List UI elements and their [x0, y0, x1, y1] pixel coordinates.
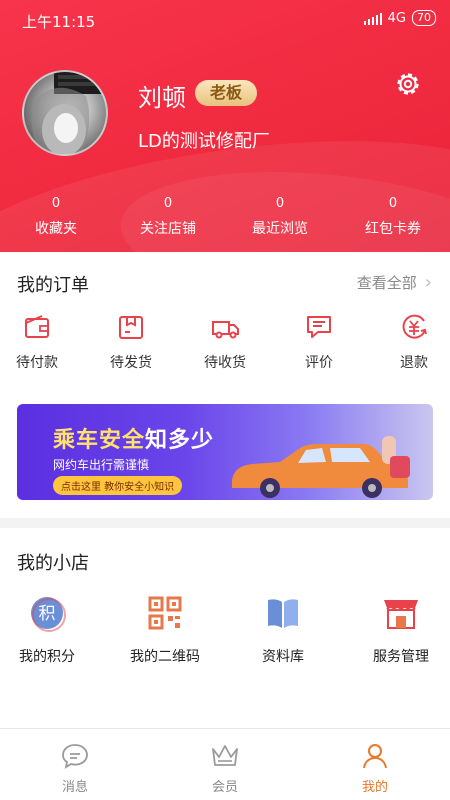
- orders-title: 我的订单: [17, 275, 89, 296]
- shop-title: 我的小店: [17, 553, 89, 574]
- user-name: 刘顿: [138, 84, 186, 112]
- person-icon: [363, 744, 387, 769]
- shop-item-label: 我的积分: [19, 649, 75, 665]
- points-icon: 积: [31, 597, 66, 632]
- order-item-label: 待发货: [110, 355, 152, 371]
- tab-label: 消息: [61, 780, 88, 795]
- car-illustration: [232, 436, 410, 498]
- order-pending-payment[interactable]: 待付款: [0, 312, 82, 372]
- avatar[interactable]: [22, 70, 108, 156]
- comment-icon: [307, 316, 331, 338]
- stat-value: 0: [275, 196, 285, 211]
- stat-followed-shops[interactable]: 0 关注店铺: [112, 196, 224, 238]
- package-icon: [119, 316, 143, 339]
- shop-item-qr-code[interactable]: 我的二维码: [110, 594, 220, 666]
- section-divider: [0, 518, 450, 528]
- stat-label: 关注店铺: [140, 221, 196, 237]
- shop-item-points[interactable]: 积 我的积分: [0, 594, 102, 666]
- order-to-receive[interactable]: 待收货: [180, 312, 270, 372]
- tab-messages[interactable]: 消息: [35, 741, 115, 795]
- book-icon: [268, 599, 298, 628]
- svg-text:积: 积: [39, 604, 56, 624]
- order-refund[interactable]: 退款: [369, 312, 450, 372]
- chevron-right-icon: ›: [424, 272, 432, 293]
- stat-label: 收藏夹: [35, 221, 77, 237]
- banner-title: 乘车安全知多少: [53, 428, 215, 453]
- status-bar: 上午11:15 4G 70: [0, 0, 450, 40]
- stat-value: 0: [163, 196, 173, 211]
- store-icon: [384, 600, 418, 629]
- delivery-truck-icon: [212, 321, 239, 339]
- shop-item-service-management[interactable]: 服务管理: [346, 594, 450, 666]
- message-icon: [62, 744, 88, 769]
- status-indicators: 4G 70: [363, 10, 436, 26]
- stat-value: 0: [51, 196, 61, 211]
- tab-label: 会员: [211, 780, 238, 795]
- order-review[interactable]: 评价: [274, 312, 364, 372]
- shop-item-label: 服务管理: [373, 649, 429, 665]
- wallet-icon: [25, 315, 49, 338]
- banner-cta[interactable]: 点击这里 教你安全小知识: [53, 476, 183, 495]
- profile-header: 上午11:15 4G 70 刘顿 老板 LD的测试修配厂 0 收藏夹 0 关注店: [0, 0, 450, 252]
- stat-coupons[interactable]: 0 红包卡券: [337, 196, 449, 238]
- stat-label: 最近浏览: [252, 221, 308, 237]
- tab-label: 我的: [361, 780, 388, 795]
- refund-icon: [402, 314, 427, 339]
- order-item-label: 评价: [305, 355, 333, 371]
- stat-recent-views[interactable]: 0 最近浏览: [224, 196, 336, 238]
- shop-item-label: 资料库: [262, 649, 304, 665]
- shop-name: LD的测试修配厂: [138, 131, 270, 152]
- tab-mine[interactable]: 我的: [335, 741, 415, 795]
- view-all-label: 查看全部: [356, 274, 417, 292]
- bottom-tab-bar: 消息 会员 我的: [0, 728, 450, 800]
- order-item-label: 待付款: [16, 355, 58, 371]
- battery-icon: 70: [412, 10, 436, 26]
- stat-label: 红包卡券: [365, 221, 421, 237]
- stat-value: 0: [388, 196, 398, 211]
- qr-code-icon: [148, 596, 182, 630]
- order-item-label: 待收货: [204, 355, 246, 371]
- banner-subtitle: 网约车出行需谨慎: [53, 458, 150, 472]
- signal-icon: [363, 12, 382, 25]
- tab-membership[interactable]: 会员: [185, 741, 265, 795]
- gear-icon[interactable]: [393, 69, 423, 99]
- role-badge: 老板: [195, 80, 257, 106]
- order-to-ship[interactable]: 待发货: [86, 312, 176, 372]
- crown-icon: [212, 745, 238, 766]
- shop-item-label: 我的二维码: [130, 649, 200, 665]
- view-all-orders-link[interactable]: 查看全部 ›: [357, 272, 432, 293]
- shop-item-library[interactable]: 资料库: [228, 594, 338, 666]
- status-time: 上午11:15: [22, 13, 96, 31]
- order-item-label: 退款: [400, 355, 428, 371]
- network-type: 4G: [387, 10, 406, 26]
- stat-favorites[interactable]: 0 收藏夹: [0, 196, 112, 238]
- safety-promo-banner[interactable]: 乘车安全知多少 网约车出行需谨慎 点击这里 教你安全小知识: [17, 404, 433, 500]
